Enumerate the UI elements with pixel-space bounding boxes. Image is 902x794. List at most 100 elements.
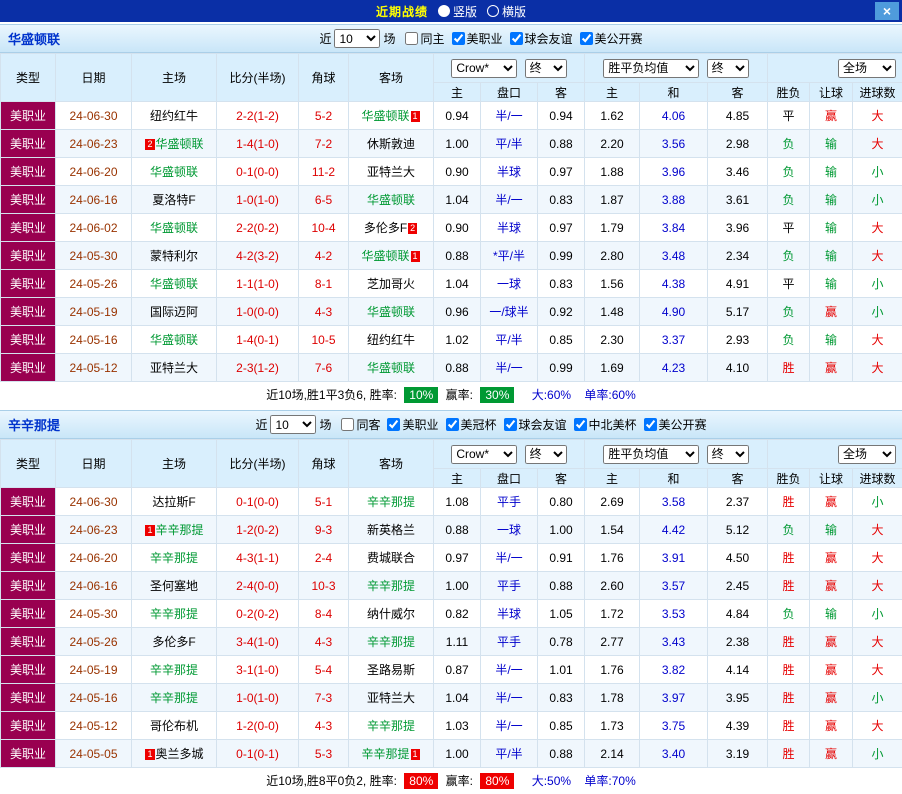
checkbox-input[interactable] [341,418,354,431]
asia-away-odds: 0.94 [538,102,585,130]
checkbox-label: 美冠杯 [461,416,497,433]
checkbox-input[interactable] [446,418,459,431]
single-rate-text: 单率:70% [584,774,635,788]
filter-checkbox[interactable]: 美冠杯 [446,416,497,433]
match-row: 美职业24-06-30纽约红牛2-2(1-2)5-2华盛顿联10.94半/一0.… [1,102,902,130]
filter-checkboxes: 同客美职业 美冠杯球会友谊中北美杯美公开赛 [334,416,706,433]
asia-home-odds: 0.87 [434,656,481,684]
layout-radio-vertical[interactable]: 竖版 [438,3,477,20]
match-row: 美职业24-05-12亚特兰大2-3(1-2)7-6华盛顿联0.88半/一0.9… [1,354,902,382]
team-label: 辛辛那提 [367,635,415,649]
result-group-header: 全场 [768,440,902,469]
checkbox-input[interactable] [405,32,418,45]
goals-cell: 大 [853,544,902,572]
handicap-rate-label: 赢率: [446,388,473,402]
fullmatch-select[interactable]: 全场 [838,59,896,78]
europe-draw-odds: 3.56 [640,130,708,158]
handicap-result-cell: 赢 [810,544,853,572]
filter-checkbox[interactable]: 同主 [405,30,444,47]
europe-stage-select[interactable]: 终 [707,445,749,464]
col-header-date: 日期 [56,54,132,102]
odds-stage-select[interactable]: 终 [525,445,567,464]
corner-cell: 11-2 [299,158,349,186]
match-row: 美职业24-06-30达拉斯F0-1(0-0)5-1辛辛那提1.08平手0.80… [1,488,902,516]
handicap-result-cell: 输 [810,130,853,158]
home-team-cell: 哥伦布机 [132,712,217,740]
result-cell: 负 [768,158,810,186]
section-header: 辛辛那提 近 10 场 同客美职业美冠杯球会友谊中北美杯美公开赛 [0,410,902,439]
league-cell: 美职业 [1,186,56,214]
asia-home-odds: 0.97 [434,544,481,572]
asia-home-odds: 0.90 [434,214,481,242]
away-team-cell: 亚特兰大 [349,684,434,712]
radio-horizontal-label: 横版 [502,3,526,20]
close-button[interactable]: × [875,2,899,20]
checkbox-input[interactable] [644,418,657,431]
league-cell: 美职业 [1,516,56,544]
handicap-result-cell: 输 [810,600,853,628]
score-cell: 0-1(0-1) [217,740,299,768]
result-cell: 胜 [768,712,810,740]
league-cell: 美职业 [1,326,56,354]
goals-cell: 小 [853,298,902,326]
team-label: 休斯敦迪 [367,137,415,151]
asia-away-odds: 0.83 [538,186,585,214]
odds-company-select[interactable]: Crow* [451,59,517,78]
asia-home-odds: 1.04 [434,270,481,298]
match-count-select[interactable]: 10 [334,29,380,48]
filter-checkbox[interactable]: 同客 [341,416,380,433]
team-label: 辛辛那提 [150,607,198,621]
result-cell: 胜 [768,656,810,684]
filter-checkbox[interactable]: 中北美杯 [574,416,637,433]
layout-radio-horizontal[interactable]: 横版 [487,3,526,20]
league-cell: 美职业 [1,158,56,186]
europe-odds-select[interactable]: 胜平负均值 [603,445,699,464]
date-cell: 24-06-20 [56,158,132,186]
corner-cell: 7-3 [299,684,349,712]
filter-checkbox[interactable]: 美职业 [387,416,438,433]
team-section-home: 华盛顿联 近 10 场 同主美职业球会友谊美公开赛 类型 日期 主场 比分(半场… [0,24,902,408]
checkbox-input[interactable] [574,418,587,431]
filter-checkbox[interactable]: 球会友谊 [504,416,567,433]
score-cell: 1-4(0-1) [217,326,299,354]
checkbox-input[interactable] [452,32,465,45]
score-cell: 4-2(3-2) [217,242,299,270]
filter-checkbox[interactable]: 美职业 [452,30,503,47]
handicap-result-cell: 输 [810,242,853,270]
europe-home-odds: 1.72 [585,600,640,628]
asia-home-odds: 0.90 [434,158,481,186]
team-label: 夏洛特F [152,193,195,207]
score-cell: 1-2(0-0) [217,712,299,740]
rank-badge: 1 [145,525,154,536]
filter-checkbox[interactable]: 美公开赛 [580,30,643,47]
checkbox-input[interactable] [387,418,400,431]
europe-odds-select[interactable]: 胜平负均值 [603,59,699,78]
fullmatch-select[interactable]: 全场 [838,445,896,464]
odds-company-select[interactable]: Crow* [451,445,517,464]
match-count-select[interactable]: 10 [270,415,316,434]
europe-home-odds: 2.30 [585,326,640,354]
odds-stage-select[interactable]: 终 [525,59,567,78]
date-cell: 24-06-23 [56,130,132,158]
asia-home-odds: 0.96 [434,298,481,326]
filter-checkbox[interactable]: 球会友谊 [510,30,573,47]
team-label: 多伦多F [364,221,407,235]
europe-stage-select[interactable]: 终 [707,59,749,78]
col-header-home: 主场 [132,54,217,102]
checkbox-input[interactable] [510,32,523,45]
home-team-cell: 辛辛那提 [132,656,217,684]
score-cell: 1-0(1-0) [217,684,299,712]
checkbox-input[interactable] [504,418,517,431]
corner-cell: 8-1 [299,270,349,298]
goals-cell: 小 [853,684,902,712]
away-team-cell: 圣路易斯 [349,656,434,684]
checkbox-input[interactable] [580,32,593,45]
team-name: 辛辛那提 [8,415,60,434]
away-team-cell: 华盛顿联 [349,186,434,214]
europe-away-odds: 4.14 [708,656,768,684]
europe-home-odds: 1.76 [585,544,640,572]
filter-checkbox[interactable]: 美公开赛 [644,416,707,433]
result-cell: 胜 [768,684,810,712]
team-label: 芝加哥火 [367,277,415,291]
corner-cell: 4-3 [299,712,349,740]
